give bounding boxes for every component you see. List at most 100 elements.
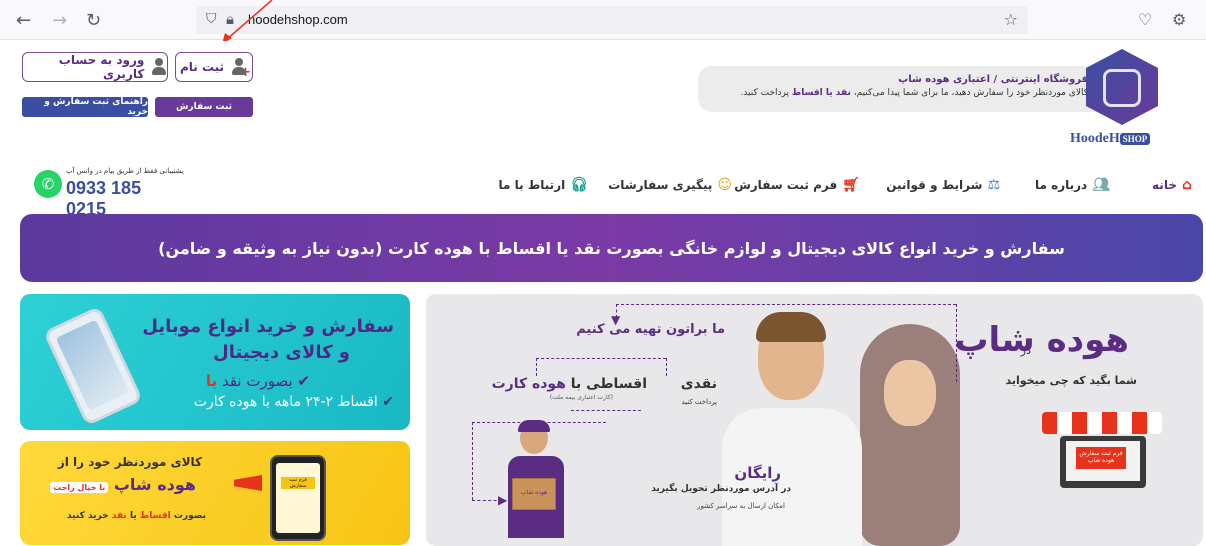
- info-description: کالای موردنظر خود را سفارش دهید، ما برای…: [698, 88, 1088, 98]
- promo-title: سفارش و خرید انواع موبایل: [142, 316, 394, 337]
- nav-item-home[interactable]: ⌂ خانه: [1152, 177, 1192, 193]
- flow-line: [666, 358, 667, 376]
- step-provide: ما براتون تهیه می کنیم: [576, 322, 725, 337]
- extensions-icon[interactable]: ⚙: [1172, 10, 1186, 29]
- shield-icon[interactable]: ⛉: [206, 11, 217, 27]
- smiley-icon: ☺: [717, 177, 732, 193]
- pocket-icon[interactable]: ♡: [1138, 10, 1152, 29]
- reload-icon[interactable]: ↻: [86, 10, 101, 31]
- nav-item-order-form[interactable]: 🛒︎ فرم ثبت سفارش: [734, 177, 860, 193]
- nav-label: خانه: [1152, 178, 1177, 192]
- card-note: (کارت اعتباری بیمه ملت): [549, 394, 613, 401]
- flow-line: [616, 304, 956, 305]
- megaphone-icon: [234, 475, 262, 491]
- headset-icon: 🎧︎: [570, 177, 588, 193]
- info-title: فروشگاه اینترنتی / اعتباری هوده شاپ: [898, 74, 1088, 85]
- step-pay: پرداخت کنید: [681, 398, 717, 406]
- screen-form-text: فرم ثبت سفارش: [1079, 450, 1123, 457]
- cart-icon: 🛒︎: [842, 177, 860, 193]
- forward-arrow-icon[interactable]: →: [52, 10, 67, 31]
- yellow-brand-text: هوده شاپ: [113, 475, 196, 494]
- flow-line: [472, 422, 606, 423]
- browser-toolbar: ← → ↻ ⛉ 🔒︎ hoodehshop.com ☆ ♡ ⚙: [0, 0, 1206, 40]
- hero-text: سفارش و خرید انواع کالای دیجیتال و لوازم…: [158, 238, 1065, 258]
- support-note: پشتیبانی فقط از طریق پیام در واتس آپ: [66, 167, 184, 175]
- login-label: ورود به حساب کاربری: [58, 53, 145, 81]
- nav-label: شرایط و قوانین: [886, 178, 983, 192]
- add-user-icon: +: [230, 58, 251, 79]
- support-phone[interactable]: ✆ پشتیبانی فقط از طریق پیام در واتس آپ 0…: [34, 167, 184, 219]
- y3d: نقد: [111, 511, 127, 521]
- step-cash: نقدی: [680, 376, 717, 392]
- info-desc-bold: نقد یا اقساط: [791, 88, 851, 98]
- step-installment: اقساطی با هوده کارت: [492, 376, 647, 392]
- step-ask: شما بگید که چی میخواید: [1005, 374, 1137, 387]
- logo-text-main: HoodeH: [1070, 131, 1120, 146]
- info-desc-part: کالای موردنظر خود را سفارش دهید، ما برای…: [853, 88, 1088, 98]
- website: ورود به حساب کاربری + ثبت نام راهنمای ثب…: [0, 41, 1206, 546]
- rules-icon: ⚖: [987, 177, 1000, 193]
- step-deliver: در آدرس موردنظر تحویل بگیرید: [651, 484, 791, 494]
- yellow-brand: هوده شاپ با خیال راحت: [50, 475, 196, 494]
- whatsapp-icon[interactable]: ✆: [34, 170, 62, 198]
- y3e: خرید کنید: [67, 511, 109, 521]
- courier-image: هوده شاپ: [504, 420, 570, 538]
- logo-bag-icon: [1103, 69, 1141, 107]
- nav-item-rules[interactable]: ⚖ شرایط و قوانین: [886, 177, 1000, 193]
- flow-line: [571, 410, 641, 411]
- arrow-down-icon: ▼: [611, 313, 621, 327]
- promo-or-text: یا: [205, 372, 218, 390]
- flow-line: [536, 358, 666, 359]
- nav-label: درباره ما: [1035, 178, 1088, 192]
- nav-label: فرم ثبت سفارش: [734, 178, 838, 192]
- step-ship: امکان ارسال به سراسر کشور: [697, 502, 785, 510]
- phone-screen-text: فرم ثبت سفارش: [281, 477, 315, 489]
- how-it-works-card[interactable]: در هوده شاپ شما بگید که چی میخواید فرم ث…: [426, 294, 1203, 546]
- nav-label: ارتباط با ما: [498, 178, 566, 192]
- flow-line: [536, 358, 537, 376]
- guide-button[interactable]: راهنمای ثبت سفارش و خرید: [22, 97, 148, 117]
- promo-cash-text: بصورت نقد: [221, 372, 293, 390]
- info-desc-end: پرداخت کنید.: [740, 88, 790, 98]
- main-brand: هوده شاپ: [954, 320, 1129, 360]
- login-button[interactable]: ورود به حساب کاربری: [22, 52, 168, 82]
- phone-image: فرم ثبت سفارش: [270, 455, 326, 541]
- order-button[interactable]: ثبت سفارش: [155, 97, 253, 117]
- promo-subtitle: و کالای دیجیتال: [213, 342, 350, 363]
- mobile-phone-image: [42, 305, 144, 427]
- y3b: اقساط: [139, 511, 171, 521]
- flow-line: [472, 422, 473, 500]
- shop-promo-card[interactable]: فرم ثبت سفارش کالای موردنظر خود را از هو…: [20, 441, 410, 545]
- box-label: هوده شاپ: [512, 478, 556, 510]
- nav-label: پیگیری سفارشات: [608, 178, 713, 192]
- promo-installment-text: اقساط ۲-۲۴ ماهه با هوده کارت: [193, 394, 378, 410]
- check-icon: ✔: [382, 394, 394, 410]
- yellow-line-1: کالای موردنظر خود را از: [57, 455, 202, 469]
- nav-item-tracking[interactable]: ☺ پیگیری سفارشات: [608, 177, 732, 193]
- register-label: ثبت نام: [179, 60, 225, 74]
- logo-text[interactable]: HoodeH SHOP: [1070, 131, 1151, 147]
- home-icon: ⌂: [1181, 177, 1192, 193]
- online-shop-image: فرم ثبت سفارش هوده شاپ: [1042, 412, 1162, 488]
- mobile-promo-card[interactable]: سفارش و خرید انواع موبایل و کالای دیجیتا…: [20, 294, 410, 430]
- register-button[interactable]: + ثبت نام: [175, 52, 253, 82]
- back-arrow-icon[interactable]: ←: [16, 10, 31, 31]
- promo-cash-line: ✔ بصورت نقد یا: [206, 372, 310, 390]
- installment-text: اقساطی با: [570, 376, 647, 392]
- user-icon: [150, 58, 167, 76]
- nav-item-contact[interactable]: 🎧︎ ارتباط با ما: [499, 177, 588, 193]
- arrow-right-icon: ▶: [498, 493, 508, 507]
- y3a: بصورت: [173, 511, 206, 521]
- hoodeh-card-text: هوده کارت: [491, 376, 566, 392]
- promo-installment-line: ✔ اقساط ۲-۲۴ ماهه با هوده کارت: [194, 394, 394, 410]
- people-icon: 👥︎: [1092, 177, 1110, 193]
- hero-banner[interactable]: سفارش و خرید انواع کالای دیجیتال و لوازم…: [20, 214, 1203, 282]
- address-bar[interactable]: ⛉ 🔒︎ hoodehshop.com ☆: [196, 6, 1028, 34]
- man-image: [716, 312, 866, 546]
- star-icon[interactable]: ☆: [1004, 10, 1018, 29]
- y3c: یا: [129, 511, 137, 521]
- check-icon: ✔: [297, 372, 310, 390]
- logo-text-shop: SHOP: [1119, 133, 1151, 145]
- screen-brand-text: هوده شاپ: [1087, 457, 1115, 464]
- nav-item-about[interactable]: 👥︎ درباره ما: [1035, 177, 1110, 193]
